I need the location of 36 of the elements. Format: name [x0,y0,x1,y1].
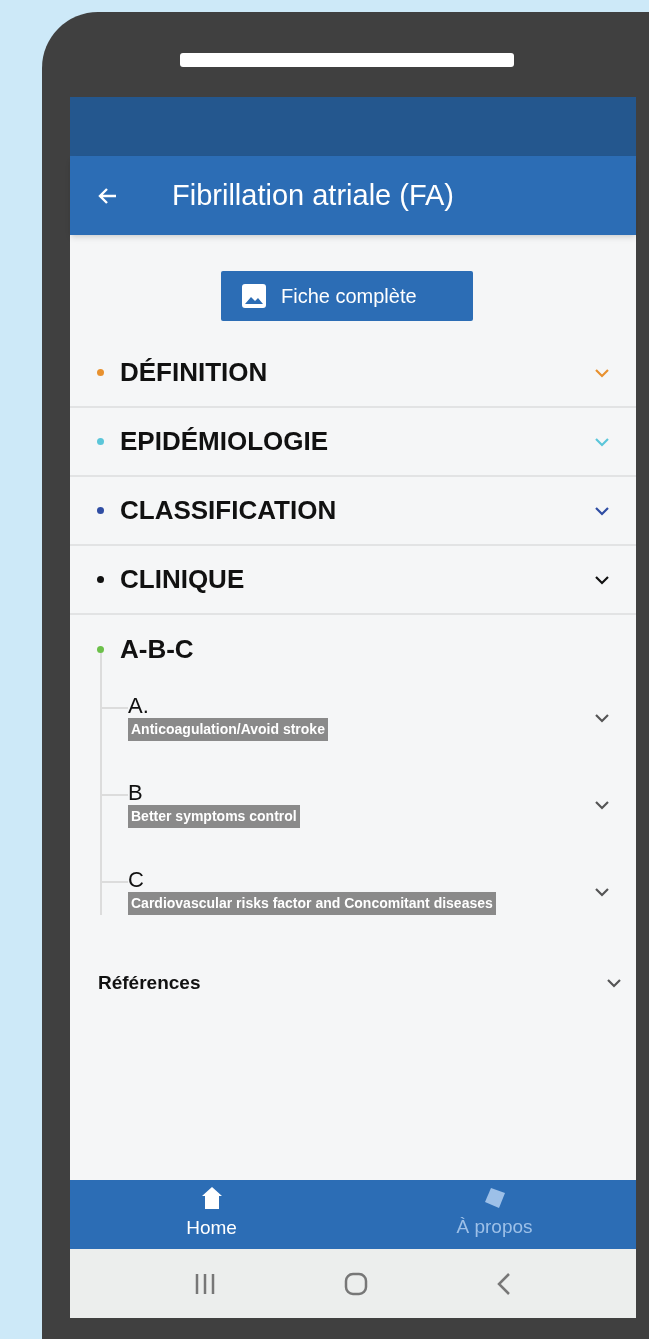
chevron-down-icon [594,505,610,516]
subsection-description: Better symptoms control [128,805,300,828]
section-title: CLASSIFICATION [120,494,338,527]
subsection-row[interactable]: A. Anticoagulation/Avoid stroke [102,694,636,741]
chevron-down-icon [594,574,610,585]
section-header[interactable]: EPIDÉMIOLOGIE [70,408,636,477]
chevron-down-icon [594,799,610,810]
subsection-letter: C [128,868,144,892]
section-header[interactable]: CLINIQUE [70,546,636,615]
back-icon[interactable] [496,1271,512,1296]
subsection-row[interactable]: C Cardiovascular risks factor and Concomitant diseases [102,868,636,915]
section-title: DÉFINITION [120,356,269,389]
screen-title: Fibrillation atriale (FA) [172,177,455,213]
section-title: EPIDÉMIOLOGIE [120,425,330,458]
chevron-down-icon [594,367,610,378]
section-title: A-B-C [120,633,195,666]
section-title: CLINIQUE [120,563,246,596]
chevron-down-icon [606,978,622,989]
document-icon [483,1187,506,1210]
subsection-description: Cardiovascular risks factor and Concomitant diseases [128,892,496,915]
subsection-row[interactable]: B Better symptoms control [102,781,636,828]
bottom-nav-tab[interactable]: Home [70,1180,353,1249]
house-icon [200,1186,223,1211]
references-title[interactable]: Références [98,969,201,998]
full-sheet-button[interactable]: Fiche complète [221,271,473,321]
section-header[interactable]: CLASSIFICATION [70,477,636,546]
chevron-down-icon [594,712,610,723]
recent-apps-icon[interactable] [194,1272,216,1295]
chevron-down-icon [594,886,610,897]
section-header[interactable]: A-B-C [70,615,636,684]
subsection-description: Anticoagulation/Avoid stroke [128,718,328,741]
chevron-down-icon [594,436,610,447]
subsection-letter: B [128,781,143,805]
section-header[interactable]: DÉFINITION [70,339,636,408]
image-icon [241,283,267,309]
subsection-letter: A. [128,694,149,718]
